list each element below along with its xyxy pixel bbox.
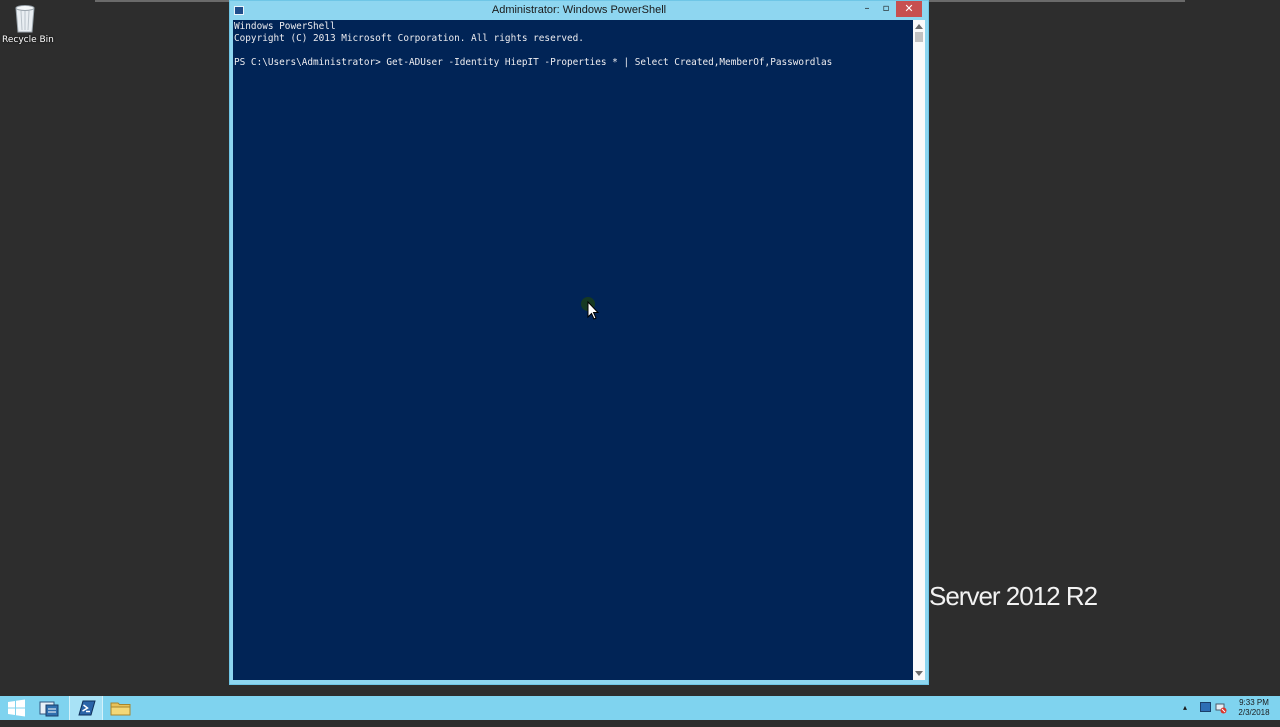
console-line-copyright: Copyright (C) 2013 Microsoft Corporation… — [234, 33, 584, 44]
console-area[interactable]: Windows PowerShell Copyright (C) 2013 Mi… — [233, 20, 913, 680]
maximize-button[interactable]: ▫ — [877, 1, 895, 17]
scroll-down-arrow-icon[interactable] — [915, 671, 923, 676]
vertical-scrollbar[interactable] — [913, 20, 925, 680]
minimize-button[interactable]: – — [858, 1, 876, 17]
network-icon[interactable] — [1215, 702, 1227, 714]
file-explorer-taskbar-button[interactable] — [104, 696, 138, 720]
powershell-window[interactable]: Administrator: Windows PowerShell – ▫ ✕ … — [229, 0, 929, 685]
recycle-bin-label: Recycle Bin — [2, 35, 54, 45]
scroll-thumb[interactable] — [915, 32, 923, 42]
powershell-icon — [78, 700, 96, 716]
console-command-line: PS C:\Users\Administrator> Get-ADUser -I… — [234, 57, 833, 68]
recycle-bin-icon — [15, 5, 35, 33]
start-button[interactable] — [0, 696, 34, 720]
scroll-up-arrow-icon[interactable] — [915, 24, 923, 29]
start-icon — [8, 699, 25, 717]
clock-time: 9:33 PM — [1239, 698, 1269, 707]
close-button[interactable]: ✕ — [896, 1, 922, 17]
console-line-header: Windows PowerShell — [234, 21, 336, 32]
powershell-taskbar-button[interactable] — [69, 696, 103, 720]
server-manager-taskbar-button[interactable] — [33, 696, 67, 720]
recycle-bin-shortcut[interactable]: Recycle Bin — [2, 2, 54, 52]
system-clock[interactable]: 9:33 PM 2/3/2018 — [1234, 698, 1274, 718]
taskbar: ▴ 9:33 PM 2/3/2018 — [0, 696, 1280, 720]
window-title: Administrator: Windows PowerShell — [491, 4, 667, 16]
clock-date: 2/3/2018 — [1238, 708, 1270, 717]
title-bar[interactable]: Administrator: Windows PowerShell – ▫ ✕ — [230, 1, 928, 21]
os-watermark: Server 2012 R2 — [929, 581, 1098, 611]
file-explorer-icon — [110, 702, 131, 716]
mouse-cursor-icon — [581, 297, 600, 320]
show-hidden-icons-button[interactable]: ▴ — [1183, 703, 1187, 727]
action-center-icon[interactable] — [1200, 702, 1211, 712]
server-manager-icon — [39, 701, 59, 717]
